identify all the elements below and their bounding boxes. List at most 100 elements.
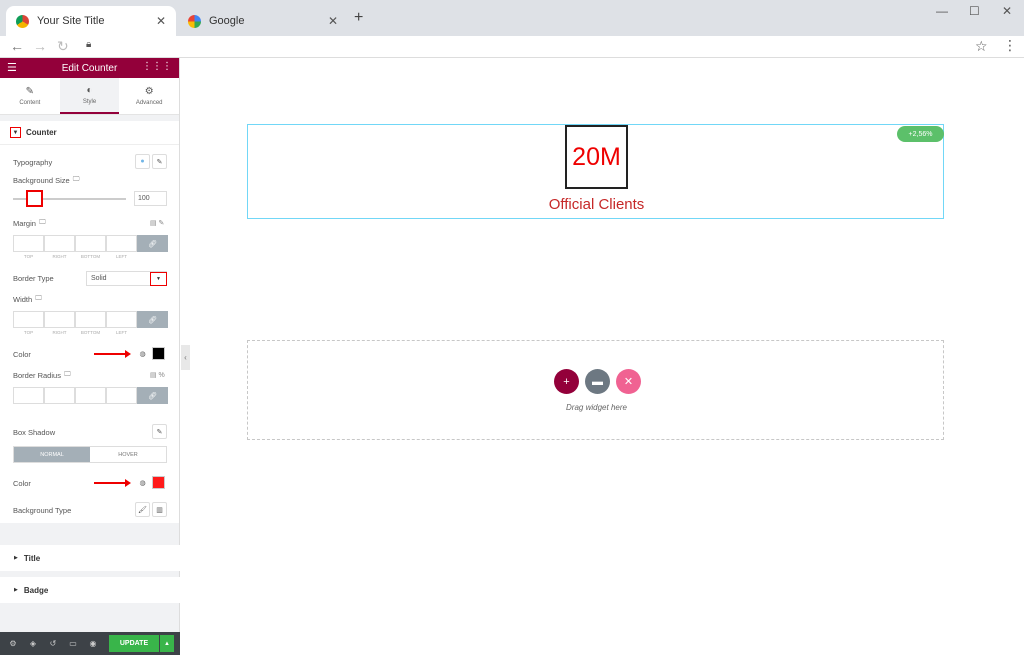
radius-top-input[interactable] — [13, 387, 44, 404]
counter-widget[interactable]: 20M Official Clients +2,56% — [247, 124, 944, 219]
dim-label: BOTTOM — [80, 330, 101, 335]
border-radius-label: Border Radius — [13, 370, 61, 380]
monitor-icon[interactable]: 🖵 — [39, 219, 46, 227]
link-icon[interactable]: 🔗︎ — [137, 311, 168, 328]
responsive-icon[interactable]: ▭ — [66, 639, 80, 648]
title-section[interactable]: ▶ Title — [0, 545, 180, 571]
close-window-icon[interactable]: ✕ — [1002, 4, 1012, 18]
slider-handle[interactable] — [26, 190, 43, 207]
update-button[interactable]: UPDATE — [109, 635, 159, 652]
grid-icon[interactable]: ⋮⋮⋮ — [142, 61, 172, 72]
panel-tabs: ✎ Content ◐ Style ⚙ Advanced — [0, 78, 179, 115]
plus-icon[interactable]: + — [354, 9, 363, 27]
add-icon[interactable]: + — [554, 369, 579, 394]
counter-badge: +2,56% — [897, 126, 944, 142]
chrome-icon — [16, 14, 29, 28]
tab-content[interactable]: ✎ Content — [0, 78, 60, 114]
border-type-label: Border Type — [13, 273, 54, 283]
border-type-select[interactable]: Solid ▼ — [86, 271, 167, 286]
brush-icon[interactable]: 🖌︎ — [135, 502, 150, 517]
forward-arrow-icon[interactable]: → — [33, 38, 47, 54]
dim-label: LEFT — [115, 254, 127, 259]
units-icon[interactable]: ▤ ✎ — [150, 219, 164, 227]
width-top-input[interactable] — [13, 311, 44, 328]
background-type-label: Background Type — [13, 505, 72, 515]
back-arrow-icon[interactable]: ← — [10, 38, 24, 54]
minimize-icon[interactable]: — — [936, 4, 948, 18]
margin-top-input[interactable] — [13, 235, 44, 252]
color-label: Color — [13, 478, 31, 488]
shuffle-icon[interactable]: ✕ — [616, 369, 641, 394]
tab-advanced[interactable]: ⚙ Advanced — [119, 78, 179, 114]
caret-down-icon[interactable]: ▼ — [10, 127, 21, 138]
more-vert-icon[interactable]: ⋮ — [1003, 37, 1017, 54]
color-swatch[interactable] — [152, 476, 165, 489]
tab-style[interactable]: ◐ Style — [59, 78, 120, 114]
dim-label: TOP — [23, 254, 34, 259]
chevron-left-icon[interactable]: ‹ — [181, 345, 190, 370]
caret-down-icon[interactable]: ▼ — [150, 272, 167, 286]
red-arrow-annotation — [94, 350, 131, 358]
maximize-icon[interactable]: ☐ — [969, 4, 980, 18]
pencil-icon[interactable]: ✎ — [152, 424, 167, 439]
history-icon[interactable]: ↺ — [46, 639, 60, 648]
layers-icon[interactable]: ◈ — [26, 639, 40, 648]
counter-number: 20M — [565, 125, 628, 189]
globe-icon[interactable]: ● — [135, 154, 150, 169]
border-radius-label-row: Border Radius 🖵 ▤ % — [0, 365, 179, 385]
hover-tab[interactable]: HOVER — [90, 447, 166, 462]
close-icon[interactable]: ✕ — [156, 14, 166, 28]
caret-up-icon[interactable]: ▲ — [160, 635, 174, 652]
width-right-input[interactable] — [44, 311, 75, 328]
gradient-icon[interactable]: ▥ — [152, 502, 167, 517]
width-left-input[interactable] — [106, 311, 137, 328]
globe-icon[interactable]: ◍ — [135, 346, 150, 361]
background-size-input[interactable]: 100 — [134, 191, 167, 206]
monitor-icon[interactable]: 🖵 — [35, 295, 42, 303]
monitor-icon[interactable]: 🖵 — [64, 371, 71, 379]
section-title: Counter — [26, 128, 57, 137]
eye-icon[interactable]: ◉ — [86, 639, 100, 648]
radius-left-input[interactable] — [106, 387, 137, 404]
dim-label: RIGHT — [52, 330, 67, 335]
monitor-icon[interactable]: 🖵 — [73, 176, 80, 184]
tab-google[interactable]: Google ✕ — [178, 6, 348, 36]
units-icon[interactable]: ▤ % — [150, 371, 165, 379]
box-shadow-label: Box Shadow — [13, 427, 56, 437]
color-swatch[interactable] — [152, 347, 165, 360]
tab-label: Advanced — [135, 100, 163, 106]
radius-right-input[interactable] — [44, 387, 75, 404]
settings-icon[interactable]: ⚙ — [6, 639, 20, 648]
folder-icon[interactable]: ▬ — [585, 369, 610, 394]
pencil-icon[interactable]: ✎ — [152, 154, 167, 169]
margin-left-input[interactable] — [106, 235, 137, 252]
hamburger-icon[interactable]: ☰ — [7, 61, 17, 74]
link-icon[interactable]: 🔗︎ — [137, 387, 168, 404]
drop-zone[interactable]: + ▬ ✕ Drag widget here — [247, 340, 944, 440]
close-icon[interactable]: ✕ — [328, 14, 338, 28]
width-bottom-input[interactable] — [75, 311, 106, 328]
tab-your-site-title[interactable]: Your Site Title ✕ — [6, 6, 176, 36]
editor-panel: ☰ Edit Counter ⋮⋮⋮ ✎ Content ◐ Style ⚙ A… — [0, 58, 180, 655]
background-size-label: Background Size — [13, 175, 70, 185]
normal-hover-toggle: NORMAL HOVER — [0, 443, 179, 469]
counter-section-header[interactable]: ▼ Counter — [0, 121, 179, 145]
radius-bottom-input[interactable] — [75, 387, 106, 404]
margin-right-input[interactable] — [44, 235, 75, 252]
google-icon — [188, 14, 201, 28]
color-label: Color — [13, 349, 31, 359]
margin-bottom-input[interactable] — [75, 235, 106, 252]
badge-section[interactable]: ▶ Badge — [0, 577, 180, 603]
globe-icon[interactable]: ◍ — [135, 475, 150, 490]
pencil-icon: ✎ — [25, 86, 35, 97]
background-size-label-row: Background Size 🖵 — [0, 173, 179, 187]
dim-label: LEFT — [115, 330, 127, 335]
reload-icon[interactable]: ↻ — [57, 38, 69, 55]
link-icon[interactable]: 🔗︎ — [137, 235, 168, 252]
margin-dimensions: 🔗︎ TOP RIGHT BOTTOM LEFT — [0, 233, 179, 267]
normal-tab[interactable]: NORMAL — [14, 447, 90, 462]
border-color-control: Color ◍ — [0, 343, 179, 365]
tab-label: Content — [19, 100, 41, 106]
star-icon[interactable]: ☆ — [975, 38, 988, 55]
background-color-control: Color ◍ — [0, 469, 179, 497]
